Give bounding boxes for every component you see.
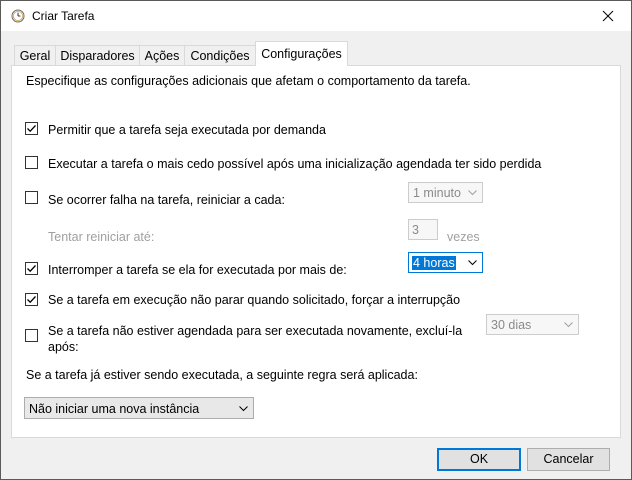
clock-icon [11,9,25,23]
running-rule-select[interactable]: Não iniciar uma nova instância [24,397,254,419]
restart-attempts-input[interactable]: 3 [408,219,438,240]
close-icon [602,10,614,22]
running-rule-label: Se a tarefa já estiver sendo executada, … [26,368,418,382]
tab-triggers[interactable]: Disparadores [55,45,140,65]
restart-attempts-unit: vezes [447,230,480,244]
stop-if-longer-checkbox[interactable] [25,262,38,275]
settings-panel: Especifique as configurações adicionais … [11,65,621,438]
close-button[interactable] [585,1,631,31]
chevron-down-icon [239,406,248,412]
restart-attempts-label: Tentar reiniciar até: [48,230,155,244]
restart-interval-select[interactable]: 1 minuto [408,182,483,203]
delete-after-value: 30 dias [491,318,532,332]
restart-attempts-value: 3 [412,223,419,237]
ok-button[interactable]: OK [437,448,521,471]
delete-if-not-scheduled-label-line1: Se a tarefa não estiver agendada para se… [48,324,463,338]
run-asap-checkbox[interactable] [25,156,38,169]
chevron-down-icon [564,322,573,328]
chevron-down-icon [468,190,477,196]
running-rule-value: Não iniciar uma nova instância [29,402,200,416]
delete-if-not-scheduled-checkbox[interactable] [25,329,38,342]
force-stop-label: Se a tarefa em execução não parar quando… [48,293,461,307]
run-asap-label: Executar a tarefa o mais cedo possível a… [48,157,542,171]
force-stop-checkbox[interactable] [25,293,38,306]
stop-if-longer-label: Interromper a tarefa se ela for executad… [48,263,347,277]
tab-settings[interactable]: Configurações [255,41,348,66]
tab-actions[interactable]: Ações [139,45,185,65]
tab-conditions[interactable]: Condições [184,45,256,65]
allow-on-demand-checkbox[interactable] [25,122,38,135]
checkmark-icon [27,265,36,273]
allow-on-demand-label: Permitir que a tarefa seja executada por… [48,123,326,137]
checkmark-icon [27,296,36,304]
chevron-down-icon [468,260,477,266]
restart-on-fail-checkbox[interactable] [25,191,38,204]
delete-after-select[interactable]: 30 dias [486,314,579,335]
stop-duration-select[interactable]: 4 horas [408,252,483,273]
stop-duration-value: 4 horas [412,256,456,270]
create-task-dialog: Criar Tarefa Geral Disparadores Ações Co… [0,0,632,480]
delete-if-not-scheduled-label-line2: após: [48,340,79,354]
title-bar: Criar Tarefa [1,1,631,31]
restart-on-fail-label: Se ocorrer falha na tarefa, reiniciar a … [48,193,285,207]
window-title: Criar Tarefa [32,9,95,23]
tab-general[interactable]: Geral [14,45,56,65]
checkmark-icon [27,125,36,133]
cancel-button[interactable]: Cancelar [527,448,610,471]
settings-description: Especifique as configurações adicionais … [26,74,471,88]
restart-interval-value: 1 minuto [413,186,461,200]
